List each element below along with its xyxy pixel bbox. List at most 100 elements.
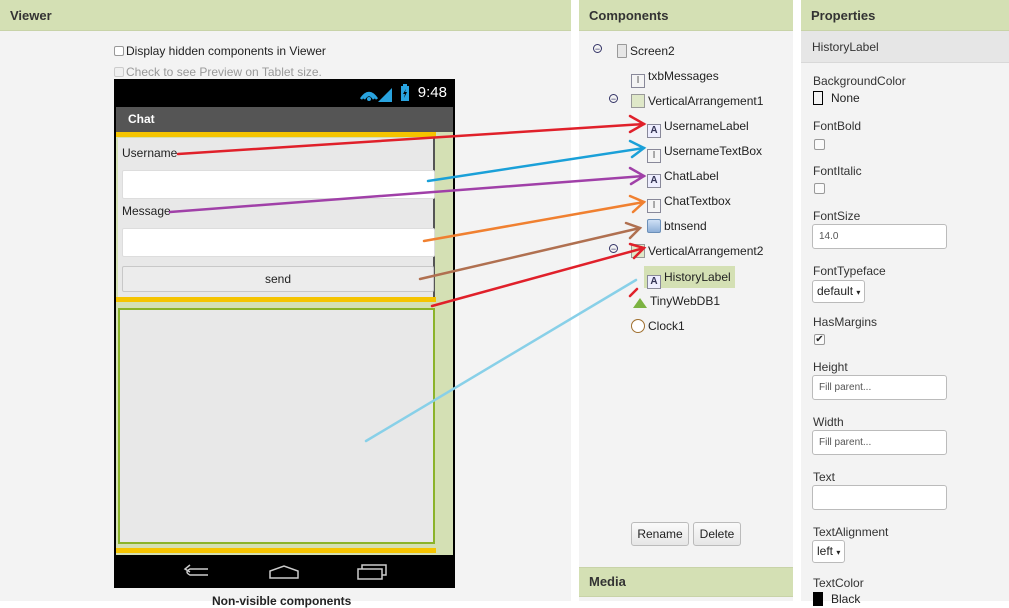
display-hidden-checkbox[interactable] (114, 46, 124, 56)
tree-item-label: btnsend (664, 219, 707, 233)
recent-apps-icon (357, 564, 387, 580)
username-textbox[interactable] (122, 170, 435, 199)
media-header: Media (579, 567, 793, 597)
non-visible-components-heading: Non-visible components (212, 594, 352, 608)
tree-item-label: HistoryLabel (664, 270, 731, 284)
tree-item-clock1[interactable]: Clock1 (631, 317, 685, 335)
has-margins-label: HasMargins (813, 315, 878, 329)
selected-component-name: HistoryLabel (801, 31, 1009, 63)
rename-button[interactable]: Rename (631, 522, 689, 546)
tree-item-chatlabel[interactable]: A ChatLabel (647, 167, 719, 188)
height-input[interactable]: Fill parent... (812, 375, 947, 400)
viewer-header: Viewer (0, 0, 571, 31)
back-icon (183, 564, 208, 576)
collapse-va2-toggle[interactable]: − (609, 244, 618, 254)
nav-bar (114, 557, 455, 588)
yellow-divider (116, 548, 436, 553)
collapse-va1-toggle[interactable]: − (609, 94, 618, 104)
tree-item-verticalarrangement2[interactable]: VerticalArrangement2 (631, 242, 763, 260)
message-label: Message (122, 204, 171, 218)
dropdown-arrow-icon: ▾ (836, 548, 841, 557)
send-button[interactable]: send (122, 266, 434, 292)
font-italic-label: FontItalic (813, 164, 862, 178)
tree-item-chattextbox[interactable]: I ChatTextbox (647, 192, 731, 213)
tree-item-historylabel[interactable]: A HistoryLabel (644, 266, 735, 289)
text-color-picker[interactable]: Black (813, 592, 860, 606)
display-hidden-label: Display hidden components in Viewer (126, 44, 326, 58)
label-icon: A (647, 275, 661, 289)
text-label: Text (813, 470, 836, 484)
height-label: Height (813, 360, 848, 374)
properties-header: Properties (801, 0, 1009, 31)
arrangement-icon (631, 94, 645, 108)
tree-item-label: UsernameTextBox (664, 144, 763, 158)
font-typeface-select[interactable]: default ▾ (812, 280, 866, 303)
tree-item-label: ChatTextbox (664, 194, 731, 208)
tree-item-label: UsernameLabel (664, 119, 749, 133)
tree-item-label: txbMessages (648, 69, 719, 83)
font-size-label: FontSize (813, 209, 861, 223)
textbox-icon: I (631, 74, 645, 88)
chat-textbox[interactable] (122, 228, 435, 257)
width-label: Width (813, 415, 844, 429)
vertical-arrangement-2[interactable] (118, 308, 435, 544)
font-bold-label: FontBold (813, 119, 862, 133)
color-swatch (813, 592, 823, 606)
background-color-picker[interactable]: None (813, 91, 860, 105)
has-margins-checkbox[interactable]: ✔ (814, 334, 825, 345)
status-bar: 9:48 (114, 79, 455, 107)
background-color-value: None (831, 91, 860, 105)
delete-button[interactable]: Delete (693, 522, 741, 546)
tree-item-label: ChatLabel (664, 169, 719, 183)
screen-icon (617, 44, 627, 58)
textbox-icon: I (647, 149, 661, 163)
tree-item-usernamelabel[interactable]: A UsernameLabel (647, 117, 749, 138)
tree-item-label: VerticalArrangement1 (648, 94, 764, 108)
screen-area: Username Message send (116, 132, 453, 555)
tree-item-label: TinyWebDB1 (650, 294, 721, 308)
status-clock: 9:48 (417, 84, 447, 101)
text-alignment-select[interactable]: left ▾ (812, 540, 846, 563)
font-size-input[interactable]: 14.0 (812, 224, 947, 249)
collapse-screen2-toggle[interactable]: − (593, 44, 602, 54)
tree-item-screen2[interactable]: Screen2 (617, 42, 675, 60)
properties-panel: Properties HistoryLabel BackgroundColor … (801, 0, 1009, 606)
text-alignment-label: TextAlignment (813, 525, 889, 539)
vertical-arrangement-1[interactable]: Username Message send (118, 138, 435, 297)
color-swatch (813, 91, 823, 105)
phone-preview: 9:48 Chat Username Message send (114, 79, 455, 588)
text-input[interactable] (812, 485, 947, 510)
background-color-label: BackgroundColor (813, 74, 906, 88)
tablet-preview-option[interactable]: Check to see Preview on Tablet size. (114, 65, 322, 79)
home-icon (269, 565, 299, 579)
font-typeface-label: FontTypeface (813, 264, 886, 278)
clock-icon (631, 319, 645, 333)
tree-item-tinywebdb1[interactable]: TinyWebDB1 (633, 292, 720, 310)
signal-icon (359, 88, 392, 102)
label-icon: A (647, 174, 661, 188)
text-alignment-value: left (817, 544, 834, 558)
text-color-value: Black (831, 592, 861, 606)
database-icon (633, 298, 647, 308)
width-input[interactable]: Fill parent... (812, 430, 947, 455)
yellow-divider (116, 132, 436, 137)
font-bold-checkbox[interactable] (814, 139, 825, 150)
tree-item-btnsend[interactable]: btnsend (647, 217, 707, 235)
display-hidden-option[interactable]: Display hidden components in Viewer (114, 44, 326, 58)
yellow-divider (116, 297, 436, 302)
tree-item-txbmessages[interactable]: ItxbMessages (631, 67, 719, 88)
app-title-bar: Chat (116, 107, 453, 132)
tree-item-verticalarrangement1[interactable]: VerticalArrangement1 (631, 92, 763, 110)
button-icon (647, 219, 661, 233)
battery-icon (401, 84, 409, 101)
tree-item-usernametextbox[interactable]: I UsernameTextBox (647, 142, 763, 163)
tablet-preview-label: Check to see Preview on Tablet size. (126, 65, 322, 79)
text-color-label: TextColor (813, 576, 864, 590)
tablet-preview-checkbox[interactable] (114, 67, 124, 77)
components-header: Components (579, 0, 793, 31)
font-italic-checkbox[interactable] (814, 183, 825, 194)
tree-item-label: VerticalArrangement2 (648, 244, 764, 258)
arrangement-icon (631, 244, 645, 258)
font-typeface-value: default (817, 284, 854, 298)
username-label: Username (122, 146, 178, 160)
